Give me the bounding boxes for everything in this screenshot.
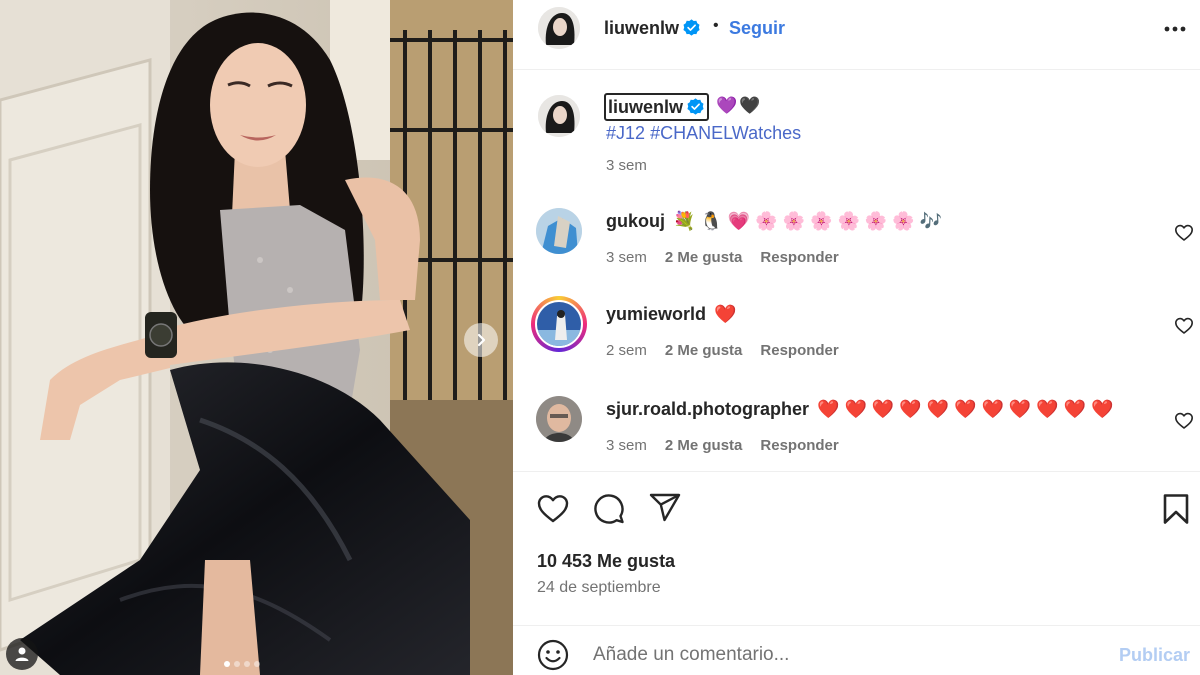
comment-reply-button[interactable]: Responder: [760, 437, 838, 454]
commenter-avatar-image: [536, 396, 582, 442]
post-photo: [0, 0, 513, 675]
emoji-picker-icon[interactable]: [536, 638, 570, 672]
comment-bubble-icon[interactable]: [592, 492, 626, 526]
comment-like-heart-icon[interactable]: [1174, 411, 1194, 431]
user-icon: [15, 647, 29, 661]
chevron-right-icon: [477, 333, 486, 347]
comment-likes[interactable]: 2 Me gusta: [665, 342, 743, 359]
author-avatar-image: [538, 7, 580, 49]
comment-text: sjur.roald.photographer ❤️ ❤️ ❤️ ❤️ ❤️ ❤️…: [606, 399, 1114, 420]
commenter-avatar[interactable]: [535, 300, 583, 348]
hashtag-link[interactable]: #CHANELWatches: [650, 123, 801, 143]
comment-reply-button[interactable]: Responder: [760, 342, 838, 359]
comment-body: 💐 🐧 💗 🌸 🌸 🌸 🌸 🌸 🌸 🎶: [673, 211, 943, 231]
comment-likes[interactable]: 2 Me gusta: [665, 437, 743, 454]
author-avatar[interactable]: [538, 7, 580, 49]
caption-username-text[interactable]: liuwenlw: [608, 97, 683, 117]
caption-username[interactable]: liuwenlw: [604, 93, 710, 121]
comment-meta: 3 sem 2 Me gusta Responder: [606, 249, 839, 266]
tagged-users-button[interactable]: [6, 638, 38, 670]
comment-time: 3 sem: [606, 249, 647, 266]
commenter-avatar[interactable]: [536, 396, 582, 442]
action-bar-divider: [513, 471, 1200, 472]
hashtag-link[interactable]: #J12: [606, 123, 645, 143]
post-header: liuwenlw • Seguir: [513, 0, 1200, 70]
comment-text: yumieworld ❤️: [606, 304, 736, 325]
commenter-avatar[interactable]: [536, 208, 582, 254]
caption-avatar-image: [538, 95, 580, 137]
story-ring[interactable]: [531, 296, 587, 352]
share-send-icon[interactable]: [648, 491, 682, 525]
post-date: 24 de septiembre: [537, 579, 661, 596]
comment-item: yumieworld ❤️ 2 sem 2 Me gusta Responder: [513, 296, 1200, 391]
carousel-next-button[interactable]: [464, 323, 498, 357]
carousel-dot: [234, 661, 240, 667]
carousel-dot: [224, 661, 230, 667]
carousel-dot: [244, 661, 250, 667]
carousel-dot: [254, 661, 260, 667]
comment-username[interactable]: yumieworld: [606, 304, 706, 324]
comment-meta: 3 sem 2 Me gusta Responder: [606, 437, 839, 454]
comment-username[interactable]: gukouj: [606, 211, 665, 231]
post-media[interactable]: [0, 0, 513, 675]
verified-badge-icon: [687, 98, 704, 115]
commenter-avatar-image: [536, 208, 582, 254]
comment-input[interactable]: [593, 639, 1093, 671]
carousel-indicator: [224, 661, 260, 667]
like-heart-icon[interactable]: [536, 492, 570, 526]
verified-badge-icon: [683, 19, 700, 36]
save-bookmark-icon[interactable]: [1159, 492, 1193, 526]
comment-item: sjur.roald.photographer ❤️ ❤️ ❤️ ❤️ ❤️ ❤️…: [513, 396, 1200, 486]
comment-body: ❤️: [714, 304, 737, 324]
comment-item: gukouj 💐 🐧 💗 🌸 🌸 🌸 🌸 🌸 🌸 🎶 3 sem 2 Me gust…: [513, 208, 1200, 298]
author-username-text[interactable]: liuwenlw: [604, 18, 679, 38]
header-separator: •: [713, 17, 719, 34]
post-side-panel: liuwenlw • Seguir liuwenlw 💜🖤 #J12 #CHAN…: [513, 0, 1200, 675]
comment-composer: Publicar: [513, 625, 1200, 675]
comment-like-heart-icon[interactable]: [1174, 316, 1194, 336]
author-username[interactable]: liuwenlw: [604, 18, 700, 39]
comment-meta: 2 sem 2 Me gusta Responder: [606, 342, 839, 359]
comment-text: gukouj 💐 🐧 💗 🌸 🌸 🌸 🌸 🌸 🌸 🎶: [606, 211, 942, 232]
publish-button[interactable]: Publicar: [1119, 645, 1190, 666]
comment-time: 2 sem: [606, 342, 647, 359]
comment-like-heart-icon[interactable]: [1174, 223, 1194, 243]
comment-body: ❤️ ❤️ ❤️ ❤️ ❤️ ❤️ ❤️ ❤️ ❤️ ❤️ ❤️: [817, 399, 1114, 419]
caption-hashtags: #J12 #CHANELWatches: [606, 123, 801, 144]
comment-reply-button[interactable]: Responder: [760, 249, 838, 266]
comment-likes[interactable]: 2 Me gusta: [665, 249, 743, 266]
caption-author-avatar[interactable]: [538, 95, 580, 137]
post-likes-count[interactable]: 10 453 Me gusta: [537, 551, 675, 572]
commenter-avatar-image: [537, 302, 581, 346]
caption-timestamp: 3 sem: [606, 157, 647, 174]
caption-emojis: 💜🖤: [716, 96, 763, 115]
more-options-icon[interactable]: [1160, 20, 1190, 38]
comment-username[interactable]: sjur.roald.photographer: [606, 399, 809, 419]
follow-button[interactable]: Seguir: [729, 18, 785, 39]
comment-time: 3 sem: [606, 437, 647, 454]
